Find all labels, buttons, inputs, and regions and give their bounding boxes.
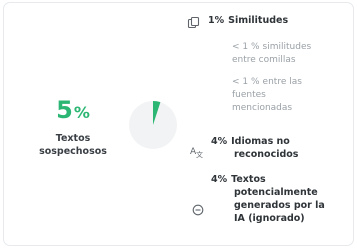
analysis-summary-card: 5% Textos sospechosos 1% Similitudes < 1 … [3, 2, 354, 246]
robot-icon [192, 201, 206, 216]
similarities-title: Similitudes [228, 15, 289, 26]
cited-sources-percent: < 1 % [232, 77, 260, 87]
quoted-similarities-line2: entre comillas [232, 55, 296, 65]
cited-sources-row: < 1 % entre las fuentes mencionadas [232, 76, 302, 115]
ai-texts-percent: 4% [211, 174, 228, 185]
ai-texts-title-line2: potencialmente [234, 187, 318, 198]
details-list: 1% Similitudes < 1 % similitudes entre com… [4, 3, 353, 245]
languages-title-line1: Idiomas no [231, 136, 290, 147]
quoted-similarities-line1: similitudes [262, 42, 312, 52]
cited-sources-line3: mencionadas [232, 103, 293, 113]
languages-row: 4% Idiomas no reconocidos [211, 135, 298, 161]
copy-icon [187, 14, 201, 29]
languages-title-line2: reconocidos [234, 149, 299, 160]
languages-percent: 4% [211, 136, 228, 147]
translate-icon: A 文 [190, 143, 204, 159]
ai-texts-title-line4: IA (ignorado) [234, 213, 305, 224]
similarities-percent: 1% [208, 15, 225, 26]
quoted-similarities-percent: < 1 % [232, 42, 260, 52]
ai-texts-title-line1: Textos [231, 174, 266, 185]
svg-text:文: 文 [196, 150, 203, 158]
ai-texts-title-line3: generados por la [234, 200, 325, 211]
similarities-row: 1% Similitudes [208, 14, 288, 27]
ai-texts-row: 4% Textos potencialmente generados por la… [211, 173, 325, 225]
quoted-similarities-row: < 1 % similitudes entre comillas [232, 41, 311, 67]
cited-sources-line1: entre las [262, 77, 302, 87]
cited-sources-line2: fuentes [232, 90, 266, 100]
